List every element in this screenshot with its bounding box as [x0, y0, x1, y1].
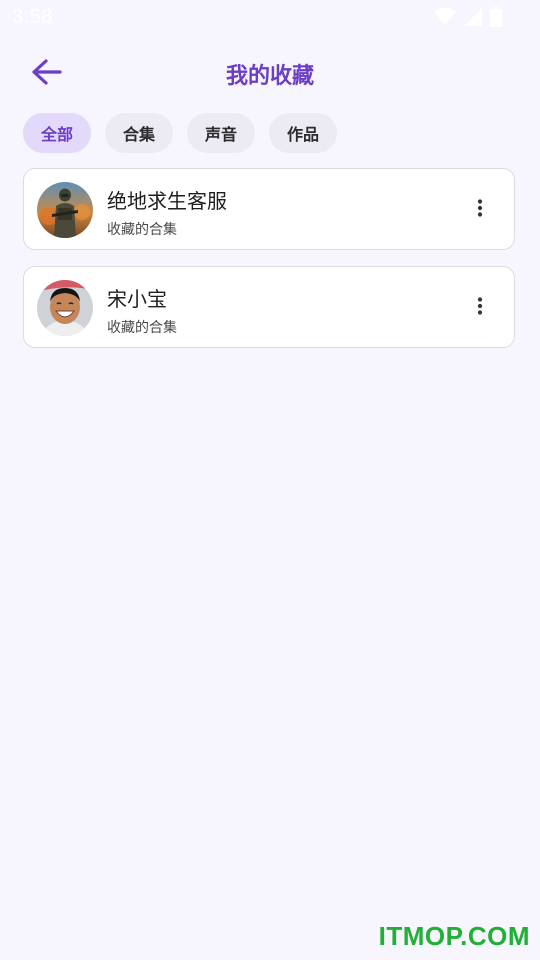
chip-works[interactable]: 作品 [269, 113, 338, 153]
more-options-button[interactable] [460, 288, 500, 328]
person-avatar [37, 280, 93, 336]
page-title: 我的收藏 [225, 64, 314, 89]
more-vertical-icon [477, 199, 483, 221]
watermark: ITMOP.COM [378, 921, 530, 951]
collection-subtitle: 收藏的合集 [107, 222, 177, 238]
collection-subtitle: 收藏的合集 [107, 320, 177, 336]
battery-icon [490, 7, 502, 31]
game-character-avatar [37, 182, 93, 238]
status-bar: 3:58 [0, 0, 540, 36]
filter-chips: 全部 合集 声音 作品 [23, 113, 338, 153]
more-options-button[interactable] [460, 190, 500, 230]
collection-title: 宋小宝 [107, 287, 167, 311]
status-icons [434, 7, 502, 31]
chip-all[interactable]: 全部 [23, 113, 92, 153]
status-time: 3:58 [12, 6, 53, 28]
wifi-icon [434, 7, 456, 30]
chip-sounds[interactable]: 声音 [187, 113, 256, 153]
more-vertical-icon [477, 297, 483, 319]
collection-title: 绝地求生客服 [107, 189, 227, 213]
collection-card[interactable]: 宋小宝 收藏的合集 [23, 266, 515, 348]
chip-collections[interactable]: 合集 [105, 113, 174, 153]
collection-card[interactable]: 绝地求生客服 收藏的合集 [23, 168, 515, 250]
cellular-signal-icon [464, 8, 482, 30]
app-bar: 我的收藏 [0, 44, 540, 102]
